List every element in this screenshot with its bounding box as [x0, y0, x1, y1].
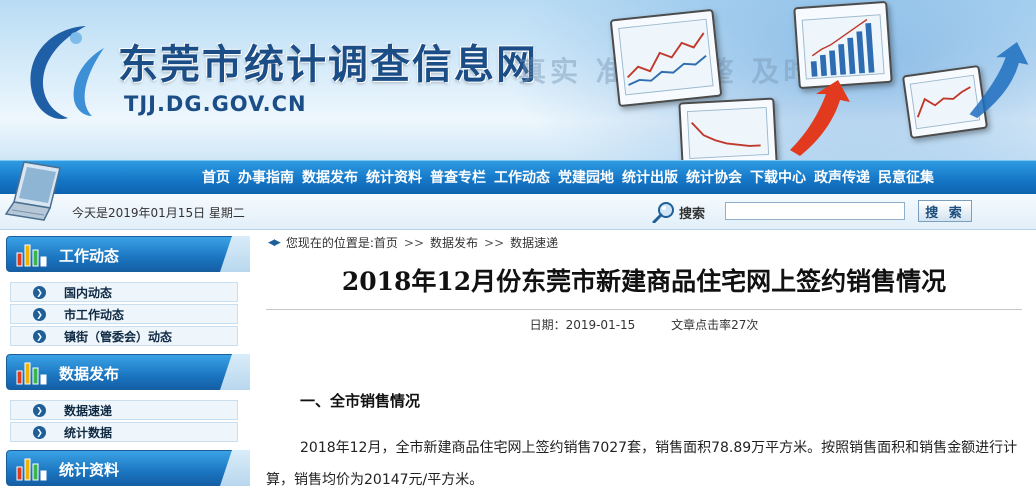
sidebar-list: ❯ 数据速递 ❯ 统计数据 — [10, 400, 238, 444]
decorative-chart-card — [678, 97, 778, 160]
search-button[interactable]: 搜 索 — [918, 200, 972, 222]
article-meta: 日期：2019-01-15 文章点击率27次 — [266, 316, 1022, 333]
bullet-arrow-icon: ❯ — [33, 329, 46, 343]
sidebar-section-header[interactable]: 工作动态 — [6, 236, 250, 272]
sidebar-item-domestic-news[interactable]: ❯ 国内动态 — [10, 282, 238, 302]
sidebar-header-tail — [220, 354, 250, 390]
site-banner: 东莞市统计调查信息网 TJJ.DG.GOV.CN 真实 准确 完整 及时 — [0, 0, 1036, 160]
sidebar-list: ❯ 国内动态 ❯ 市工作动态 ❯ 镇街（管委会）动态 — [10, 282, 238, 348]
search-label-group: 搜索 — [652, 201, 705, 223]
sidebar-item-label: 数据速递 — [64, 403, 113, 418]
article-paragraph: 2018年12月，全市新建商品住宅网上签约销售7027套，销售面积78.89万平… — [266, 440, 1018, 488]
breadcrumb-home[interactable]: 首页 — [374, 234, 398, 251]
nav-item-work-news[interactable]: 工作动态 — [490, 167, 554, 189]
info-search-strip: 今天是2019年01月15日 星期二 搜索 搜 索 — [0, 194, 1036, 230]
bullet-arrow-icon: ❯ — [33, 285, 46, 299]
nav-item-policy[interactable]: 政声传递 — [810, 167, 874, 189]
breadcrumb-separator: >> — [484, 235, 505, 250]
breadcrumb-arrows-icon: ◀▶ — [268, 237, 281, 248]
article-date: 日期：2019-01-15 — [529, 318, 636, 332]
bar-chart-icon — [16, 244, 47, 267]
laptop-icon — [4, 161, 61, 221]
nav-item-home[interactable]: 首页 — [198, 167, 234, 189]
nav-item-statistics[interactable]: 统计资料 — [362, 167, 426, 189]
bullet-arrow-icon: ❯ — [33, 403, 46, 417]
nav-item-data-release[interactable]: 数据发布 — [298, 167, 362, 189]
sidebar-header-tail — [220, 450, 250, 486]
nav-item-association[interactable]: 统计协会 — [682, 167, 746, 189]
nav-item-census[interactable]: 普查专栏 — [426, 167, 490, 189]
sidebar-item-label: 统计数据 — [64, 425, 113, 440]
sidebar-item-label: 市工作动态 — [64, 307, 125, 322]
sidebar-item-label: 国内动态 — [64, 285, 113, 300]
main-nav: 首页 办事指南 数据发布 统计资料 普查专栏 工作动态 党建园地 统计出版 统计… — [198, 167, 938, 189]
main-nav-bar: 首页 办事指南 数据发布 统计资料 普查专栏 工作动态 党建园地 统计出版 统计… — [0, 160, 1036, 194]
search-input[interactable] — [725, 202, 905, 220]
decorative-arrow-icon — [790, 80, 850, 156]
breadcrumb: ◀▶ 您现在的位置是: 首页 >> 数据发布 >> 数据速递 — [268, 234, 558, 251]
sidebar-item-data-express[interactable]: ❯ 数据速递 — [10, 400, 238, 420]
sidebar-item-statistical-data[interactable]: ❯ 统计数据 — [10, 422, 238, 442]
today-date: 今天是2019年01月15日 星期二 — [72, 206, 245, 220]
decorative-chart-card — [609, 8, 723, 108]
sidebar-item-city-news[interactable]: ❯ 市工作动态 — [10, 304, 238, 324]
site-title[interactable]: 东莞市统计调查信息网 — [118, 32, 538, 90]
sidebar-item-town-news[interactable]: ❯ 镇街（管委会）动态 — [10, 326, 238, 346]
search-magnifier-icon — [652, 202, 674, 223]
sidebar-section-title: 数据发布 — [59, 365, 120, 383]
nav-item-opinion[interactable]: 民意征集 — [874, 167, 938, 189]
sidebar-header-tail — [220, 236, 250, 272]
bullet-arrow-icon: ❯ — [33, 425, 46, 439]
decorative-arrow-icon — [969, 42, 1029, 118]
breadcrumb-separator: >> — [403, 235, 425, 250]
site-domain: TJJ.DG.GOV.CN — [124, 92, 307, 116]
left-sidebar: 工作动态 ❯ 国内动态 ❯ 市工作动态 ❯ 镇街（管委会）动态 数据发布 ❯ 数… — [0, 230, 254, 502]
decorative-chart-card — [793, 0, 893, 90]
article-title: 2018年12月份东莞市新建商品住宅网上签约销售情况 — [341, 267, 947, 296]
nav-item-publications[interactable]: 统计出版 — [618, 167, 682, 189]
section-heading: 一、全市销售情况 — [300, 392, 421, 410]
breadcrumb-data-release[interactable]: 数据发布 — [430, 234, 478, 251]
sidebar-item-label: 镇街（管委会）动态 — [64, 329, 173, 344]
breadcrumb-data-express[interactable]: 数据速递 — [510, 234, 558, 251]
article-content: ◀▶ 您现在的位置是: 首页 >> 数据发布 >> 数据速递 2018年12月份… — [262, 230, 1036, 502]
nav-item-party[interactable]: 党建园地 — [554, 167, 618, 189]
breadcrumb-prefix: 您现在的位置是: — [285, 236, 374, 250]
sidebar-section-header[interactable]: 统计资料 — [6, 450, 250, 486]
search-label: 搜索 — [679, 206, 706, 222]
sidebar-section-title: 统计资料 — [59, 461, 120, 479]
bar-chart-icon — [16, 458, 47, 481]
title-divider — [266, 309, 1022, 310]
nav-item-guide[interactable]: 办事指南 — [234, 167, 298, 189]
bar-chart-icon — [16, 362, 47, 385]
sidebar-section-header[interactable]: 数据发布 — [6, 354, 250, 390]
bullet-arrow-icon: ❯ — [33, 307, 46, 321]
nav-item-downloads[interactable]: 下载中心 — [746, 167, 810, 189]
sidebar-section-title: 工作动态 — [59, 247, 120, 265]
article-hits: 文章点击率27次 — [671, 318, 759, 332]
logo-swoosh-icon — [30, 26, 104, 120]
